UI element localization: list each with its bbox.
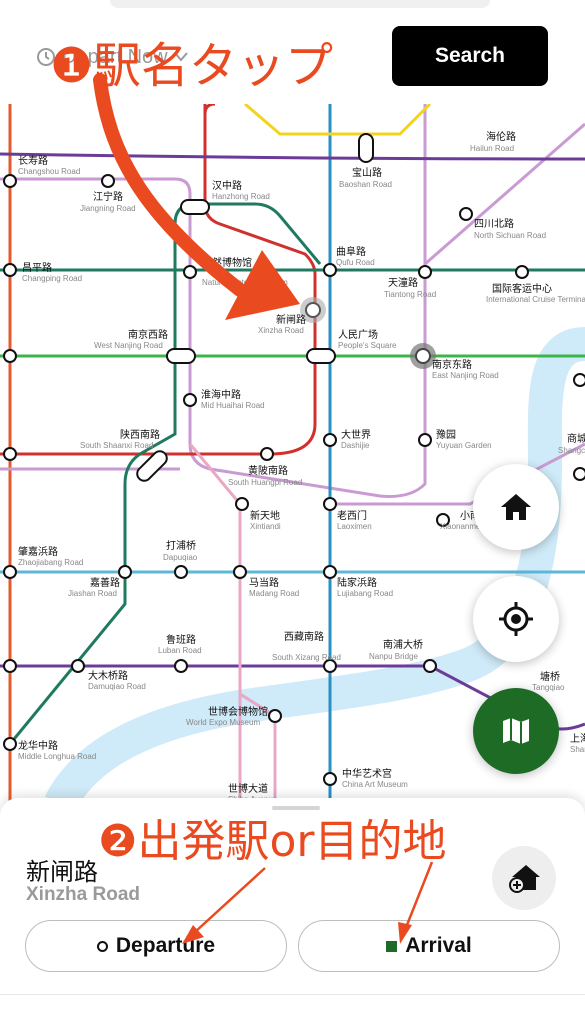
- station-label: 嘉善路: [90, 576, 120, 589]
- station-label: 自然博物馆: [202, 256, 252, 269]
- station-label-en: Laoximen: [337, 522, 372, 531]
- station-label-en: Jiangning Road: [80, 204, 136, 213]
- station-label: 新天地: [250, 509, 280, 522]
- search-field-edge: [110, 0, 490, 8]
- station-label: 南浦大桥: [383, 638, 423, 651]
- station-label-en: People's Square: [338, 341, 397, 350]
- station-label-en: China Art Museum: [342, 780, 408, 789]
- annotation-step2: ❷出発駅or目的地: [98, 816, 447, 867]
- station-label-en: Tangqiao: [532, 683, 565, 692]
- station-label: 国际客运中心: [492, 282, 552, 295]
- departure-button[interactable]: Departure: [25, 920, 287, 972]
- station-label-en: Luban Road: [158, 646, 202, 655]
- station-label: 淮海中路: [201, 388, 241, 401]
- station-label: 汉中路: [212, 179, 242, 192]
- station-label: 打浦桥: [166, 539, 196, 552]
- station-label-en: Tiantong Road: [384, 290, 436, 299]
- departure-label: Departure: [115, 934, 216, 957]
- station-label: 上海: [570, 732, 585, 745]
- station-label-en: Changshou Road: [18, 167, 80, 176]
- station-label-en: Xintiandi: [250, 522, 281, 531]
- locate-button[interactable]: [473, 576, 559, 662]
- station-label: 大世界: [341, 428, 371, 441]
- station-label: 陆家浜路: [337, 576, 377, 589]
- station-label: 豫园: [436, 428, 456, 441]
- departure-dot-icon: [96, 940, 108, 952]
- station-label: 四川北路: [474, 217, 514, 230]
- add-home-button[interactable]: [492, 846, 556, 910]
- station-label-en: East Nanjing Road: [432, 371, 499, 380]
- station-label: 塘桥: [540, 670, 560, 683]
- home-button[interactable]: [473, 464, 559, 550]
- station-label-en: South Huangpi Road: [228, 478, 302, 487]
- station-label-en: Lujiabang Road: [337, 589, 393, 598]
- station-label: 海伦路: [486, 130, 516, 143]
- station-label-en: North Sichuan Road: [474, 231, 546, 240]
- station-label: 鲁班路: [166, 633, 196, 646]
- station-label-en: World Expo Museum: [186, 718, 260, 727]
- station-label: 大木桥路: [88, 669, 128, 682]
- station-label: 商城: [567, 432, 585, 445]
- station-label: 世博会博物馆: [208, 705, 268, 718]
- app-screen: Depart Now Search 长寿路 Changshou Road 江宁路…: [0, 0, 585, 1024]
- search-button[interactable]: Search: [392, 26, 548, 86]
- station-label-en: Madang Road: [249, 589, 299, 598]
- station-label: 老西门: [337, 509, 367, 522]
- station-label-en: Damuqiao Road: [88, 682, 146, 691]
- station-label: 南京东路: [432, 358, 472, 371]
- station-label: 黄陂南路: [248, 464, 288, 477]
- home-plus-icon: [509, 865, 540, 893]
- station-label-en: Dashijie: [341, 441, 370, 450]
- station-label: 昌平路: [22, 261, 52, 274]
- station-label-en: Dapuqiao: [163, 553, 198, 562]
- station-label-en: West Nanjing Road: [94, 341, 163, 350]
- station-label: 西藏南路: [284, 630, 324, 643]
- station-label: 天潼路: [388, 276, 418, 289]
- station-label-en: Zhaojiabang Road: [18, 558, 83, 567]
- station-label: 马当路: [249, 576, 279, 589]
- station-label-en: Qufu Road: [336, 258, 375, 267]
- station-label-en: Xinzha Road: [258, 326, 304, 335]
- crosshair-icon: [499, 602, 533, 636]
- station-label-en: Changping Road: [22, 274, 82, 283]
- station-label: 新闸路: [276, 313, 306, 326]
- station-label-en: Mid Huaihai Road: [201, 401, 265, 410]
- station-label: 中华艺术宫: [342, 767, 392, 780]
- station-label-en: International Cruise Terminal: [486, 295, 585, 304]
- station-label-en: Shanghai: [570, 745, 585, 754]
- station-label-en: Jiashan Road: [68, 589, 117, 598]
- arrival-square-icon: [386, 940, 398, 952]
- map-icon: [503, 718, 529, 744]
- station-name-en: Xinzha Road: [26, 884, 141, 905]
- map-mode-button[interactable]: [473, 688, 559, 774]
- station-label: 江宁路: [93, 190, 123, 203]
- station-label-en: South Shaanxi Road: [80, 441, 153, 450]
- sheet-divider: [0, 994, 585, 995]
- station-label: 世博大道: [228, 782, 268, 795]
- station-label-en: Hanzhong Road: [212, 192, 270, 201]
- home-icon: [501, 494, 531, 520]
- station-label-en: Baoshan Road: [339, 180, 392, 189]
- station-label: 人民广场: [338, 328, 378, 341]
- station-label: 南京西路: [128, 328, 168, 341]
- station-label: 陕西南路: [120, 428, 160, 441]
- arrival-label: Arrival: [405, 934, 472, 957]
- station-label-en: South Xizang Road: [272, 653, 341, 662]
- station-label-en: Shangcheng: [558, 446, 585, 455]
- station-label-en: Nanpu Bridge: [369, 652, 418, 661]
- station-label: 宝山路: [352, 166, 382, 179]
- station-label: 曲阜路: [336, 245, 366, 258]
- station-label-en: Natural History Museum: [202, 278, 288, 287]
- station-label-en: Yuyuan Garden: [436, 441, 492, 450]
- annotation-step1: ❶駅名タップ: [50, 38, 334, 94]
- station-name: 新闸路: [26, 858, 98, 886]
- station-label-en: Middle Longhua Road: [18, 752, 96, 761]
- station-label: 长寿路: [18, 154, 48, 167]
- station-label: 肇嘉浜路: [18, 545, 58, 558]
- arrival-button[interactable]: Arrival: [298, 920, 560, 972]
- station-label: 龙华中路: [18, 739, 58, 752]
- station-label-en: Hailun Road: [470, 144, 514, 153]
